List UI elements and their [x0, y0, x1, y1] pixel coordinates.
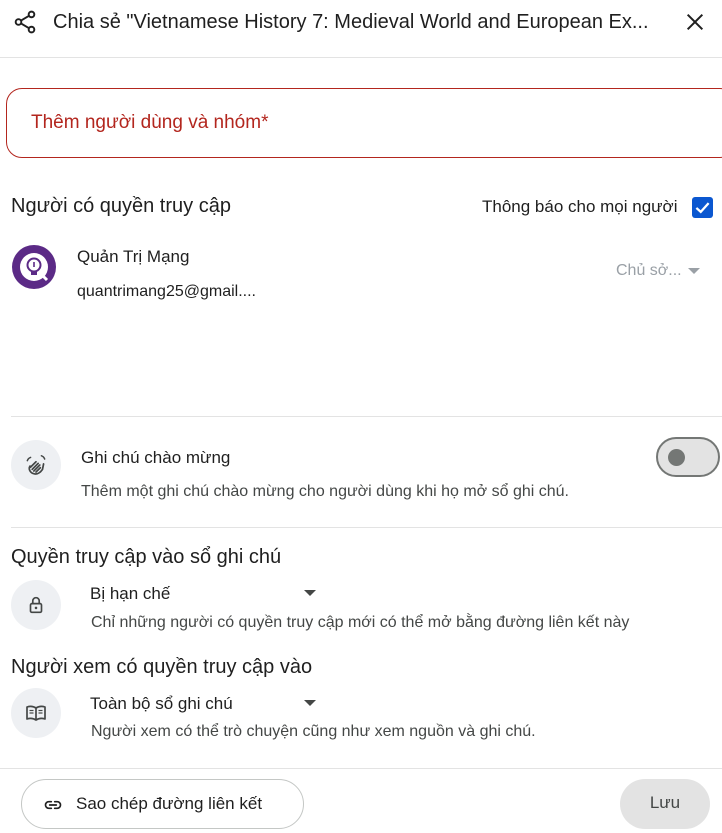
welcome-note-description: Thêm một ghi chú chào mừng cho người dùn…: [81, 483, 569, 500]
notify-checkbox[interactable]: [692, 197, 713, 218]
add-people-field[interactable]: [6, 88, 722, 158]
chevron-down-icon[interactable]: [688, 268, 700, 274]
access-section-title: Người có quyền truy cập: [11, 195, 231, 217]
welcome-note-toggle[interactable]: [656, 437, 720, 477]
divider: [11, 527, 722, 528]
notebook-access-description: Chỉ những người có quyền truy cập mới có…: [91, 614, 630, 631]
lightbulb-logo-icon: [20, 253, 49, 282]
chevron-down-icon[interactable]: [304, 700, 316, 706]
check-icon: [695, 202, 710, 214]
user-role-dropdown[interactable]: Chủ sở...: [616, 262, 682, 280]
book-icon: [26, 705, 46, 721]
viewer-access-dropdown[interactable]: Toàn bộ sổ ghi chú: [90, 694, 233, 714]
notify-label: Thông báo cho mọi người: [482, 197, 678, 216]
save-label: Lưu: [649, 793, 681, 812]
welcome-note-title: Ghi chú chào mừng: [81, 448, 231, 467]
user-name: Quản Trị Mạng: [77, 247, 190, 266]
viewer-access-description: Người xem có thể trò chuyện cũng như xem…: [91, 723, 536, 740]
toggle-knob: [668, 449, 685, 466]
user-email: quantrimang25@gmail....: [77, 283, 256, 300]
waving-hand-icon: [26, 455, 46, 475]
copy-link-label: Sao chép đường liên kết: [76, 794, 263, 813]
lock-icon-container: [11, 580, 61, 630]
add-people-input[interactable]: [7, 89, 722, 157]
share-icon: [14, 10, 36, 34]
notebook-access-title: Quyền truy cập vào sổ ghi chú: [11, 546, 282, 568]
notebook-access-dropdown[interactable]: Bị hạn chế: [90, 584, 170, 604]
chevron-down-icon[interactable]: [304, 590, 316, 596]
save-button[interactable]: Lưu: [620, 779, 710, 829]
lock-icon: [29, 596, 43, 614]
welcome-icon-container: [11, 440, 61, 490]
avatar: [12, 245, 56, 289]
dialog-header: Chia sẻ "Vietnamese History 7: Medieval …: [0, 0, 722, 58]
viewer-access-title: Người xem có quyền truy cập vào: [11, 656, 313, 678]
divider: [0, 768, 722, 769]
divider: [11, 416, 722, 417]
link-icon: [44, 800, 62, 810]
dialog-title: Chia sẻ "Vietnamese History 7: Medieval …: [53, 11, 649, 33]
close-icon[interactable]: [684, 11, 706, 33]
copy-link-button[interactable]: Sao chép đường liên kết: [21, 779, 304, 829]
book-icon-container: [11, 688, 61, 738]
